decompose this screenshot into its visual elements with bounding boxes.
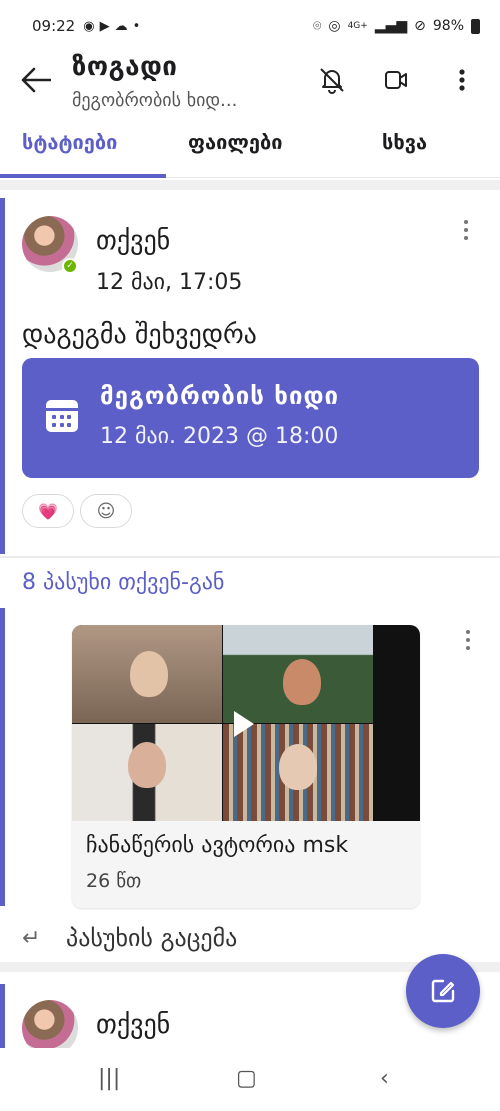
video-camera-icon: [385, 71, 407, 89]
reply-more-options-icon[interactable]: [456, 626, 480, 654]
reply-label: პასუხის გაცემა: [66, 924, 238, 952]
play-icon: [234, 711, 254, 737]
participant-tile: [72, 724, 222, 821]
status-time: 09:22: [32, 17, 76, 35]
active-tab-indicator: [0, 174, 166, 178]
dnd-icon: ⊘: [414, 18, 426, 34]
calendar-icon: [46, 400, 78, 432]
signal-icon: ▂▄▆: [374, 18, 408, 34]
replies-divider: [0, 556, 500, 558]
system-navigation-bar: ||| ▢ ‹: [0, 1048, 500, 1111]
post-author: თქვენ: [96, 226, 171, 256]
messenger-icon: ◉: [83, 18, 95, 34]
meeting-card[interactable]: მეგობრობის ხიდი 12 მაი. 2023 @ 18:00: [22, 358, 479, 478]
presence-available-icon: ✓: [62, 258, 78, 274]
post-author: თქვენ: [96, 1010, 171, 1040]
participant-tile: [223, 724, 373, 821]
back-nav-icon[interactable]: ‹: [380, 1066, 389, 1091]
youtube-icon: ▶: [99, 18, 110, 34]
channel-title: ზოგადი: [72, 52, 178, 82]
add-reaction-button[interactable]: ☺: [80, 494, 132, 528]
location-icon: ⌾: [312, 18, 322, 34]
cloud-icon: ☁: [114, 18, 128, 34]
arrow-left-icon: [21, 67, 51, 93]
dot-icon: •: [132, 18, 141, 34]
system-icons: ⌾ ◎ 4G+ ▂▄▆ ⊘ 98%: [313, 18, 480, 34]
bell-off-icon: [320, 68, 344, 94]
recent-apps-icon[interactable]: |||: [98, 1066, 120, 1091]
participant-tile: [72, 625, 222, 723]
tab-more[interactable]: სხვა: [382, 130, 427, 154]
new-post-button[interactable]: [406, 954, 480, 1028]
mute-notifications-button[interactable]: [316, 64, 348, 96]
meeting-date: 12 მაი. 2023 @ 18:00: [100, 424, 339, 449]
channel-header: ზოგადი მეგობრობის ხიდ...: [0, 52, 500, 112]
reply-accent-bar: [0, 608, 5, 906]
post-timestamp: 12 მაი, 17:05: [96, 270, 243, 295]
heart-icon: 💗: [38, 501, 58, 521]
home-icon[interactable]: ▢: [236, 1066, 257, 1091]
back-button[interactable]: [18, 62, 54, 98]
notification-icons: ◉ ▶ ☁ •: [83, 19, 140, 34]
recording-card[interactable]: ჩანაწერის ავტორია msk 26 წთ: [72, 625, 420, 908]
tab-files[interactable]: ფაილები: [188, 130, 283, 154]
recording-duration: 26 წთ: [86, 870, 142, 892]
post-accent-bar: [0, 984, 5, 1048]
post-accent-bar: [0, 198, 5, 554]
team-subtitle: მეგობრობის ხიდ...: [72, 90, 238, 111]
network-type: 4G+: [347, 21, 368, 31]
status-bar: 09:22 ◉ ▶ ☁ • ⌾ ◎ 4G+ ▂▄▆ ⊘ 98%: [0, 0, 500, 52]
recording-title: ჩანაწერის ავტორია msk: [86, 833, 349, 858]
more-options-button[interactable]: [446, 64, 478, 96]
video-thumbnail[interactable]: [72, 625, 420, 821]
tab-posts[interactable]: სტატიები: [22, 130, 117, 154]
more-vertical-icon: [459, 69, 465, 91]
meeting-title: მეგობრობის ხიდი: [100, 382, 340, 410]
hotspot-icon: ◎: [328, 18, 341, 34]
section-divider: [0, 180, 500, 190]
heart-reaction[interactable]: 💗: [22, 494, 74, 528]
battery-icon: [471, 18, 480, 34]
post-more-options-icon[interactable]: [454, 216, 478, 244]
video-call-button[interactable]: [380, 64, 412, 96]
battery-level: 98%: [432, 18, 464, 34]
compose-icon: [431, 979, 455, 1003]
post-text: დაგეგმა შეხვედრა: [22, 320, 257, 350]
replies-link[interactable]: 8 პასუხი თქვენ-გან: [22, 570, 224, 595]
channel-tabs: სტატიები ფაილები სხვა: [0, 122, 500, 178]
participant-tile: [223, 625, 373, 723]
add-reaction-icon: ☺: [96, 500, 116, 522]
reply-button[interactable]: ↵ პასუხის გაცემა: [22, 918, 237, 958]
reply-arrow-icon: ↵: [22, 925, 41, 951]
